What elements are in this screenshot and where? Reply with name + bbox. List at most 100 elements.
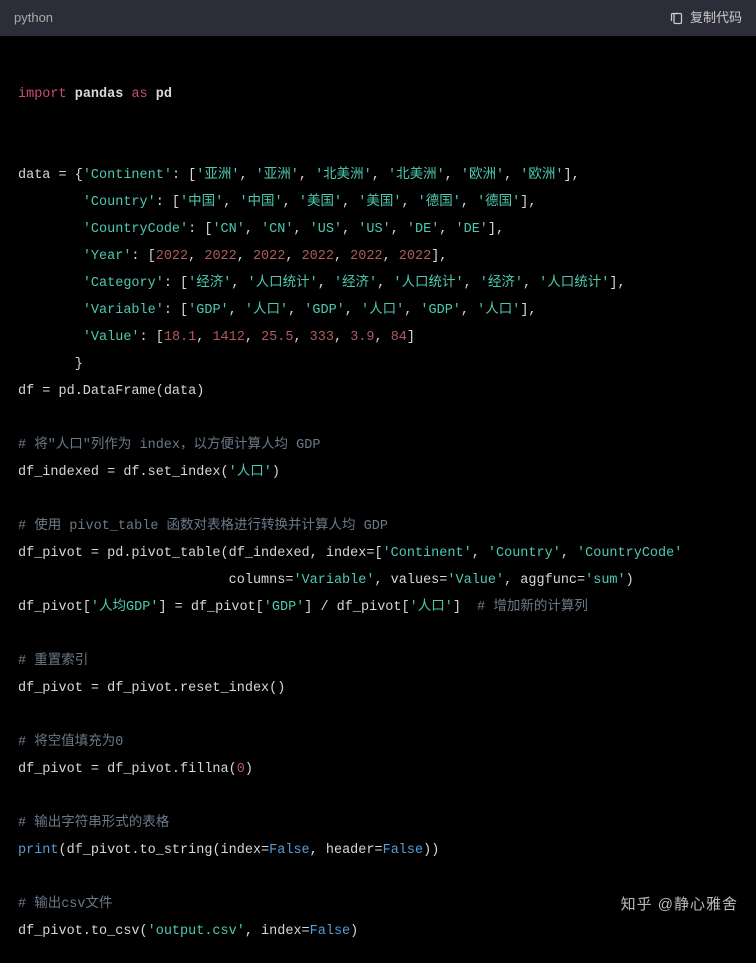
val: '亚洲' bbox=[196, 168, 239, 183]
val: '经济' bbox=[334, 276, 377, 291]
key-continent: 'Continent' bbox=[83, 168, 172, 183]
code: , aggfunc= bbox=[504, 573, 585, 588]
fn-print: print bbox=[18, 843, 59, 858]
comment: # 使用 pivot_table 函数对表格进行转换并计算人均 GDP bbox=[18, 519, 388, 534]
val: '德国' bbox=[477, 195, 520, 210]
str: 'output.csv' bbox=[148, 924, 245, 939]
num: 1412 bbox=[212, 330, 244, 345]
code: ) bbox=[245, 762, 253, 777]
num: 2022 bbox=[399, 249, 431, 264]
kw-false: False bbox=[269, 843, 310, 858]
val: '美国' bbox=[299, 195, 342, 210]
kw-import: import bbox=[18, 87, 67, 102]
data-assign: data = { bbox=[18, 168, 83, 183]
val: 'GDP' bbox=[420, 303, 461, 318]
val: '北美洲' bbox=[315, 168, 372, 183]
code: ] = df_pivot[ bbox=[158, 600, 263, 615]
val: '亚洲' bbox=[256, 168, 299, 183]
val: '人口统计' bbox=[248, 276, 318, 291]
str: '人口' bbox=[229, 465, 272, 480]
code: df_pivot = df_pivot.fillna( bbox=[18, 762, 237, 777]
comment: # 重置索引 bbox=[18, 654, 88, 669]
copy-label: 复制代码 bbox=[690, 5, 742, 31]
key-countrycode: 'CountryCode' bbox=[83, 222, 188, 237]
code: , values= bbox=[374, 573, 447, 588]
code: ] / df_pivot[ bbox=[304, 600, 409, 615]
code: )) bbox=[423, 843, 439, 858]
kw-false: False bbox=[383, 843, 424, 858]
str: 'Variable' bbox=[293, 573, 374, 588]
module-pandas: pandas bbox=[75, 87, 124, 102]
code: ) bbox=[350, 924, 358, 939]
val: '人口' bbox=[245, 303, 288, 318]
comment: # 输出字符串形式的表格 bbox=[18, 816, 169, 831]
str: 'Continent' bbox=[383, 546, 472, 561]
str: '人均GDP' bbox=[91, 600, 159, 615]
alias-pd: pd bbox=[156, 87, 172, 102]
num: 3.9 bbox=[350, 330, 374, 345]
clipboard-icon bbox=[669, 11, 684, 26]
num: 2022 bbox=[204, 249, 236, 264]
key-year: 'Year' bbox=[83, 249, 132, 264]
str: 'sum' bbox=[585, 573, 626, 588]
val: '中国' bbox=[180, 195, 223, 210]
num: 18.1 bbox=[164, 330, 196, 345]
language-label: python bbox=[14, 5, 53, 31]
val: '欧洲' bbox=[461, 168, 504, 183]
df-assign: df = pd.DataFrame(data) bbox=[18, 384, 204, 399]
code: df_pivot = pd.pivot_table(df_indexed, in… bbox=[18, 546, 383, 561]
num: 333 bbox=[310, 330, 334, 345]
code: columns= bbox=[18, 573, 293, 588]
code-header: python 复制代码 bbox=[0, 0, 756, 36]
code: (df_pivot.to_string(index= bbox=[59, 843, 270, 858]
code: df_indexed = df.set_index( bbox=[18, 465, 229, 480]
val: '中国' bbox=[239, 195, 282, 210]
num: 25.5 bbox=[261, 330, 293, 345]
val: '人口' bbox=[477, 303, 520, 318]
num: 2022 bbox=[302, 249, 334, 264]
dict-close: } bbox=[18, 357, 83, 372]
code: , header= bbox=[310, 843, 383, 858]
num: 0 bbox=[237, 762, 245, 777]
code: ] bbox=[453, 600, 477, 615]
code: df_pivot[ bbox=[18, 600, 91, 615]
kw-false: False bbox=[310, 924, 351, 939]
num: 2022 bbox=[253, 249, 285, 264]
num: 2022 bbox=[156, 249, 188, 264]
key-variable: 'Variable' bbox=[83, 303, 164, 318]
str: 'GDP' bbox=[264, 600, 305, 615]
str: 'CountryCode' bbox=[577, 546, 682, 561]
kw-as: as bbox=[131, 87, 147, 102]
num: 84 bbox=[391, 330, 407, 345]
key-category: 'Category' bbox=[83, 276, 164, 291]
val: '人口统计' bbox=[539, 276, 609, 291]
val: 'GDP' bbox=[188, 303, 229, 318]
val: '德国' bbox=[418, 195, 461, 210]
comment: # 输出csv文件 bbox=[18, 897, 113, 912]
code: , index= bbox=[245, 924, 310, 939]
val: '美国' bbox=[358, 195, 401, 210]
comment: # 增加新的计算列 bbox=[477, 600, 588, 615]
str: 'Country' bbox=[488, 546, 561, 561]
val: 'US' bbox=[310, 222, 342, 237]
val: 'CN' bbox=[212, 222, 244, 237]
code-block[interactable]: import pandas as pd data = {'Continent':… bbox=[0, 36, 756, 963]
code: df_pivot.to_csv( bbox=[18, 924, 148, 939]
code: ) bbox=[272, 465, 280, 480]
code: ) bbox=[626, 573, 634, 588]
num: 2022 bbox=[350, 249, 382, 264]
watermark: 知乎 @静心雅舍 bbox=[621, 890, 738, 920]
comment: # 将空值填充为0 bbox=[18, 735, 123, 750]
val: 'GDP' bbox=[304, 303, 345, 318]
copy-code-button[interactable]: 复制代码 bbox=[669, 5, 742, 31]
val: 'CN' bbox=[261, 222, 293, 237]
code: df_pivot = df_pivot.reset_index() bbox=[18, 681, 285, 696]
val: 'DE' bbox=[456, 222, 488, 237]
val: '人口统计' bbox=[393, 276, 463, 291]
val: '经济' bbox=[188, 276, 231, 291]
val: '经济' bbox=[480, 276, 523, 291]
key-country: 'Country' bbox=[83, 195, 156, 210]
val: '人口' bbox=[361, 303, 404, 318]
str: '人口' bbox=[410, 600, 453, 615]
val: 'DE' bbox=[407, 222, 439, 237]
